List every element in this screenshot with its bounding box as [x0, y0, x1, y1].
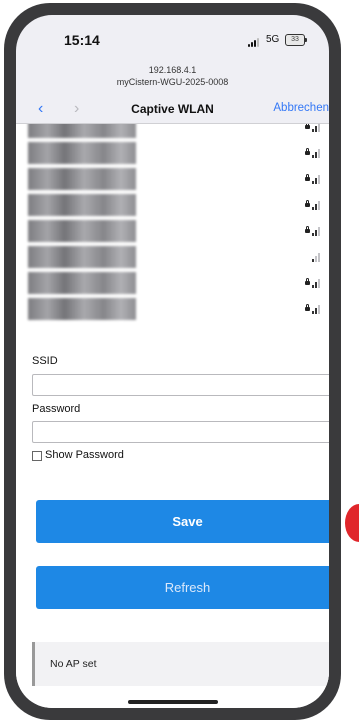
- cancel-button[interactable]: Abbrechen: [273, 102, 329, 114]
- redacted-network-name: [28, 194, 136, 216]
- phone-frame: 15:14 5G 33 192.168.4.1 myCistern-WGU-20…: [4, 3, 341, 720]
- lock-icon: [305, 278, 310, 285]
- status-time: 15:14: [64, 32, 100, 48]
- wifi-signal-icon: [312, 124, 322, 132]
- lock-icon: [305, 148, 310, 155]
- network-list-item[interactable]: [16, 272, 329, 294]
- password-input[interactable]: [32, 421, 329, 443]
- show-password-checkbox[interactable]: [32, 451, 42, 461]
- network-status-icons: [305, 148, 325, 158]
- wifi-signal-icon: [312, 174, 322, 184]
- wifi-signal-icon: [312, 278, 322, 288]
- cellular-signal-icon: [248, 37, 262, 47]
- red-highlight-marker: [345, 504, 359, 542]
- url-host: 192.168.4.1: [148, 65, 197, 75]
- lock-icon: [305, 174, 310, 181]
- status-bar: 15:14 5G 33: [16, 15, 329, 61]
- network-status-icons: [305, 174, 325, 184]
- redacted-network-name: [28, 124, 136, 138]
- url-device-name: myCistern-WGU-2025-0008: [116, 77, 229, 87]
- network-status-icons: [305, 124, 325, 132]
- lock-icon: [305, 226, 310, 233]
- redacted-network-name: [28, 272, 136, 294]
- navigation-bar: ‹ › Captive WLAN Abbrechen: [16, 97, 329, 124]
- lock-icon: [305, 200, 310, 207]
- network-list-item[interactable]: [16, 220, 329, 242]
- wifi-signal-icon: [312, 304, 322, 314]
- lock-icon: [305, 124, 310, 129]
- network-list-item[interactable]: [16, 142, 329, 164]
- network-list-item[interactable]: [16, 168, 329, 190]
- network-status-icons: [305, 278, 325, 288]
- battery-icon: 33: [285, 34, 307, 46]
- network-status-icons: [305, 200, 325, 210]
- network-list-item[interactable]: [16, 246, 329, 268]
- status-box: No AP set: [32, 642, 329, 686]
- network-list-item[interactable]: [16, 194, 329, 216]
- phone-screen: 15:14 5G 33 192.168.4.1 myCistern-WGU-20…: [16, 15, 329, 708]
- refresh-button[interactable]: Refresh: [36, 566, 329, 609]
- network-list-item[interactable]: [16, 124, 329, 138]
- wifi-signal-icon: [312, 252, 322, 262]
- network-list-item[interactable]: [16, 298, 329, 320]
- network-status-icons: [305, 252, 325, 262]
- show-password-label[interactable]: Show Password: [45, 449, 124, 461]
- password-label: Password: [32, 403, 81, 415]
- network-type: 5G: [266, 34, 280, 45]
- redacted-network-name: [28, 246, 136, 268]
- status-text: No AP set: [50, 658, 97, 670]
- redacted-network-name: [28, 220, 136, 242]
- home-indicator[interactable]: [128, 700, 218, 704]
- wifi-signal-icon: [312, 148, 322, 158]
- redacted-network-name: [28, 168, 136, 190]
- wifi-signal-icon: [312, 226, 322, 236]
- save-button[interactable]: Save: [36, 500, 329, 543]
- ssid-label: SSID: [32, 355, 58, 367]
- captive-portal-content: SSID Password Show Password Save Refresh…: [16, 124, 329, 708]
- ssid-input[interactable]: [32, 374, 329, 396]
- lock-icon: [305, 304, 310, 311]
- redacted-network-name: [28, 298, 136, 320]
- network-status-icons: [305, 304, 325, 314]
- redacted-network-name: [28, 142, 136, 164]
- wifi-signal-icon: [312, 200, 322, 210]
- network-status-icons: [305, 226, 325, 236]
